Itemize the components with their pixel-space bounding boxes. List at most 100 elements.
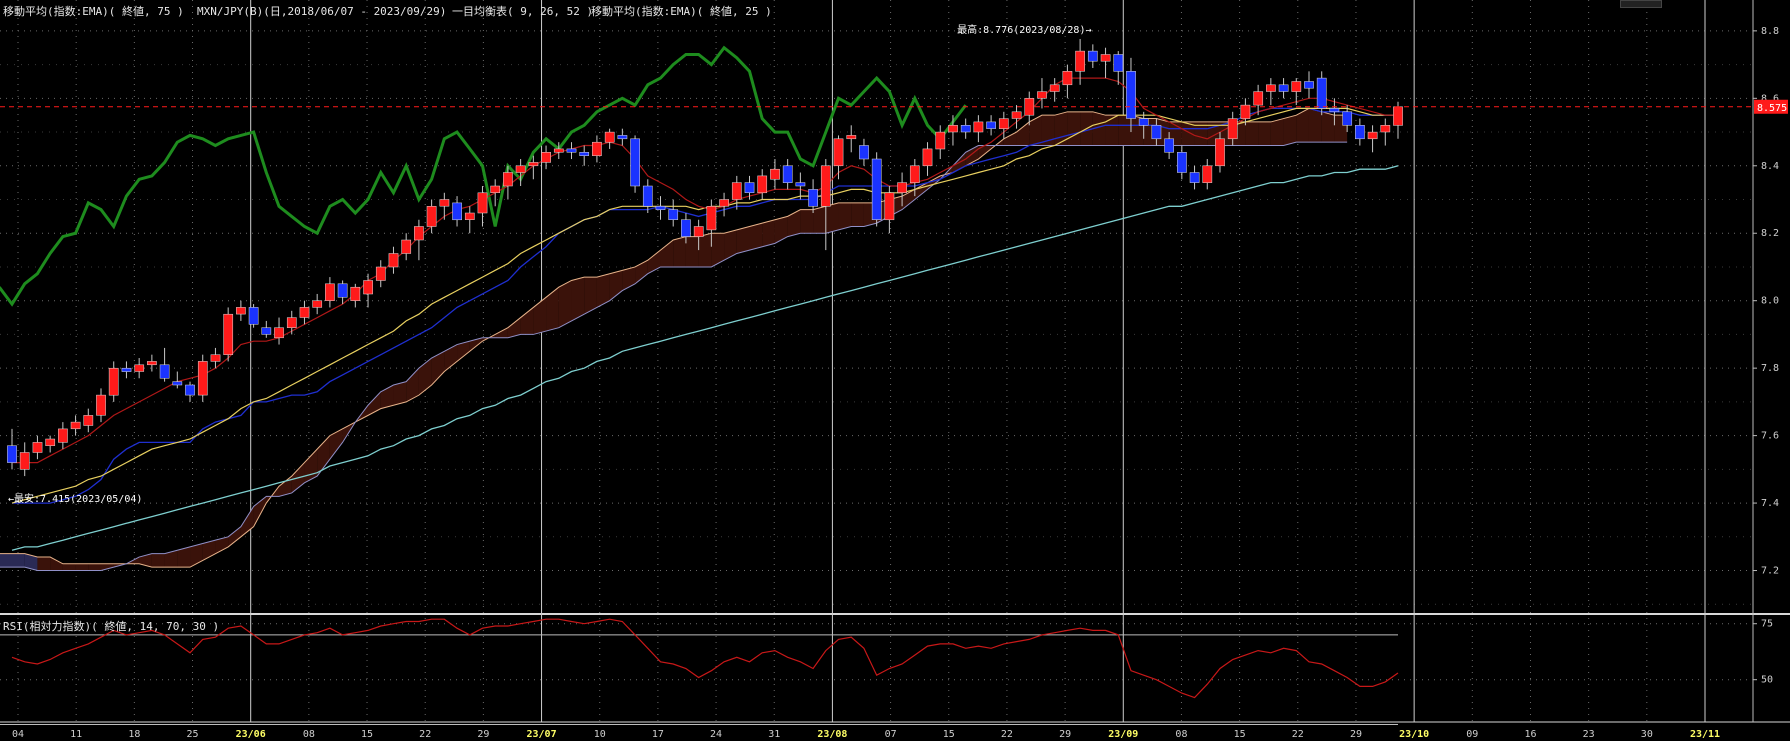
x-tick-label: 08: [1175, 729, 1187, 740]
cloud-segment: [838, 202, 852, 230]
y-tick-label: 8.0: [1761, 296, 1779, 307]
x-tick-label: 31: [768, 729, 780, 740]
ichimoku-cloud: [0, 107, 1348, 572]
x-tick-label: 22: [1292, 729, 1304, 740]
candle-down: [579, 152, 590, 156]
x-tick-label: 10: [594, 729, 606, 740]
x-tick-label: 23/07: [526, 729, 556, 740]
cloud-segment: [1105, 115, 1119, 146]
x-tick-label: 09: [1466, 729, 1478, 740]
cloud-segment: [1296, 108, 1309, 143]
ichimoku-legend: 一目均衡表( 9, 26, 52 ): [452, 5, 594, 18]
candle-up: [897, 182, 907, 193]
x-tick-label: 23/08: [817, 729, 847, 740]
candle-up: [19, 452, 30, 470]
cloud-segment: [1245, 121, 1259, 146]
x-tick-label: 29: [477, 729, 489, 740]
candle-up: [922, 148, 933, 167]
cloud-segment: [774, 216, 788, 244]
candle-down: [1304, 81, 1314, 89]
x-tick-label: 23/06: [236, 729, 266, 740]
cloud-segment: [406, 368, 419, 402]
cloud-segment: [1270, 118, 1284, 146]
cloud-segment: [0, 553, 12, 568]
candle-up: [363, 280, 373, 295]
high-annotation: 最高:8.776(2023/08/28)→: [957, 23, 1091, 36]
candle-up: [719, 199, 729, 207]
chikou-span-line: [0, 45, 967, 307]
candle-up: [236, 307, 246, 315]
candle-down: [744, 182, 755, 193]
grid-layer: 8.88.68.48.28.07.87.67.47.204 11 18 25 23/06…: [0, 0, 1779, 740]
candle-up: [553, 148, 564, 153]
cloud-segment: [571, 277, 585, 321]
candle-down: [642, 185, 653, 207]
cloud-segment: [673, 236, 686, 267]
candle-down: [1189, 172, 1200, 183]
candle-up: [528, 162, 539, 167]
x-tick-label: 29: [1350, 729, 1362, 740]
candle-down: [859, 145, 869, 160]
candle-down: [261, 327, 272, 335]
cloud-segment: [596, 273, 610, 308]
candle-up: [388, 253, 399, 268]
candle-up: [1253, 91, 1264, 106]
candle-up: [401, 239, 412, 254]
cloud-segment: [558, 280, 572, 328]
candle-down: [871, 158, 882, 220]
y-tick-label: 8.4: [1761, 161, 1779, 172]
candle-up: [96, 394, 106, 416]
candle-up: [1062, 71, 1073, 86]
candle-up: [1380, 125, 1391, 133]
rsi-y-tick-label: 50: [1761, 675, 1773, 686]
cloud-segment: [1029, 115, 1042, 146]
candle-up: [83, 415, 94, 426]
candle-down: [159, 364, 170, 379]
y-tick-label: 7.8: [1761, 363, 1779, 374]
candle-down: [795, 182, 806, 187]
candle-up: [731, 182, 742, 200]
candle-down: [1342, 111, 1353, 126]
candle-up: [1202, 165, 1213, 183]
cloud-segment: [431, 351, 445, 386]
candle-up: [503, 172, 513, 187]
candle-up: [846, 135, 857, 140]
x-tick-label: 08: [303, 729, 315, 740]
window-control-button[interactable]: [1620, 0, 1662, 8]
x-tick-label: 23/10: [1399, 729, 1429, 740]
cloud-segment: [393, 381, 407, 406]
rsi-panel: 75 50: [0, 618, 1773, 725]
candle-up: [1266, 84, 1276, 92]
y-tick-label: 7.6: [1761, 431, 1779, 442]
candle-up: [948, 125, 958, 133]
x-tick-label: 30: [1641, 729, 1653, 740]
candle-down: [566, 148, 577, 153]
candle-up: [375, 266, 386, 281]
cloud-segment: [62, 563, 76, 571]
cloud-segment: [37, 557, 51, 571]
cloud-segment: [800, 209, 814, 234]
candle-up: [414, 226, 424, 241]
candle-up: [909, 165, 920, 183]
candle-up: [973, 121, 984, 133]
candle-down: [960, 125, 971, 133]
candle-down: [1138, 118, 1149, 126]
cloud-segment: [851, 202, 864, 227]
ema75-legend: 移動平均(指数:EMA)( 終値, 75 ): [3, 5, 184, 18]
symbol-legend: MXN/JPY(B)(日,2018/06/07 - 2023/09/29): [197, 5, 447, 18]
chart-canvas: 8.88.68.48.28.07.87.67.47.204 11 18 25 23/06…: [0, 0, 1790, 740]
cloud-segment: [228, 526, 241, 547]
x-tick-label: 29: [1059, 729, 1071, 740]
candle-up: [70, 421, 81, 430]
candle-down: [1329, 108, 1340, 113]
candle-down: [1164, 138, 1174, 153]
cloud-segment: [1308, 108, 1322, 143]
cloud-segment: [1321, 111, 1335, 143]
candle-down: [668, 209, 679, 220]
candle-down: [452, 202, 462, 221]
y-tick-label: 8.8: [1761, 26, 1779, 37]
cloud-segment: [329, 428, 343, 460]
candle-up: [299, 307, 310, 318]
cloud-segment: [520, 307, 534, 335]
low-annotation: ←最安:7.415(2023/05/04): [8, 492, 142, 505]
